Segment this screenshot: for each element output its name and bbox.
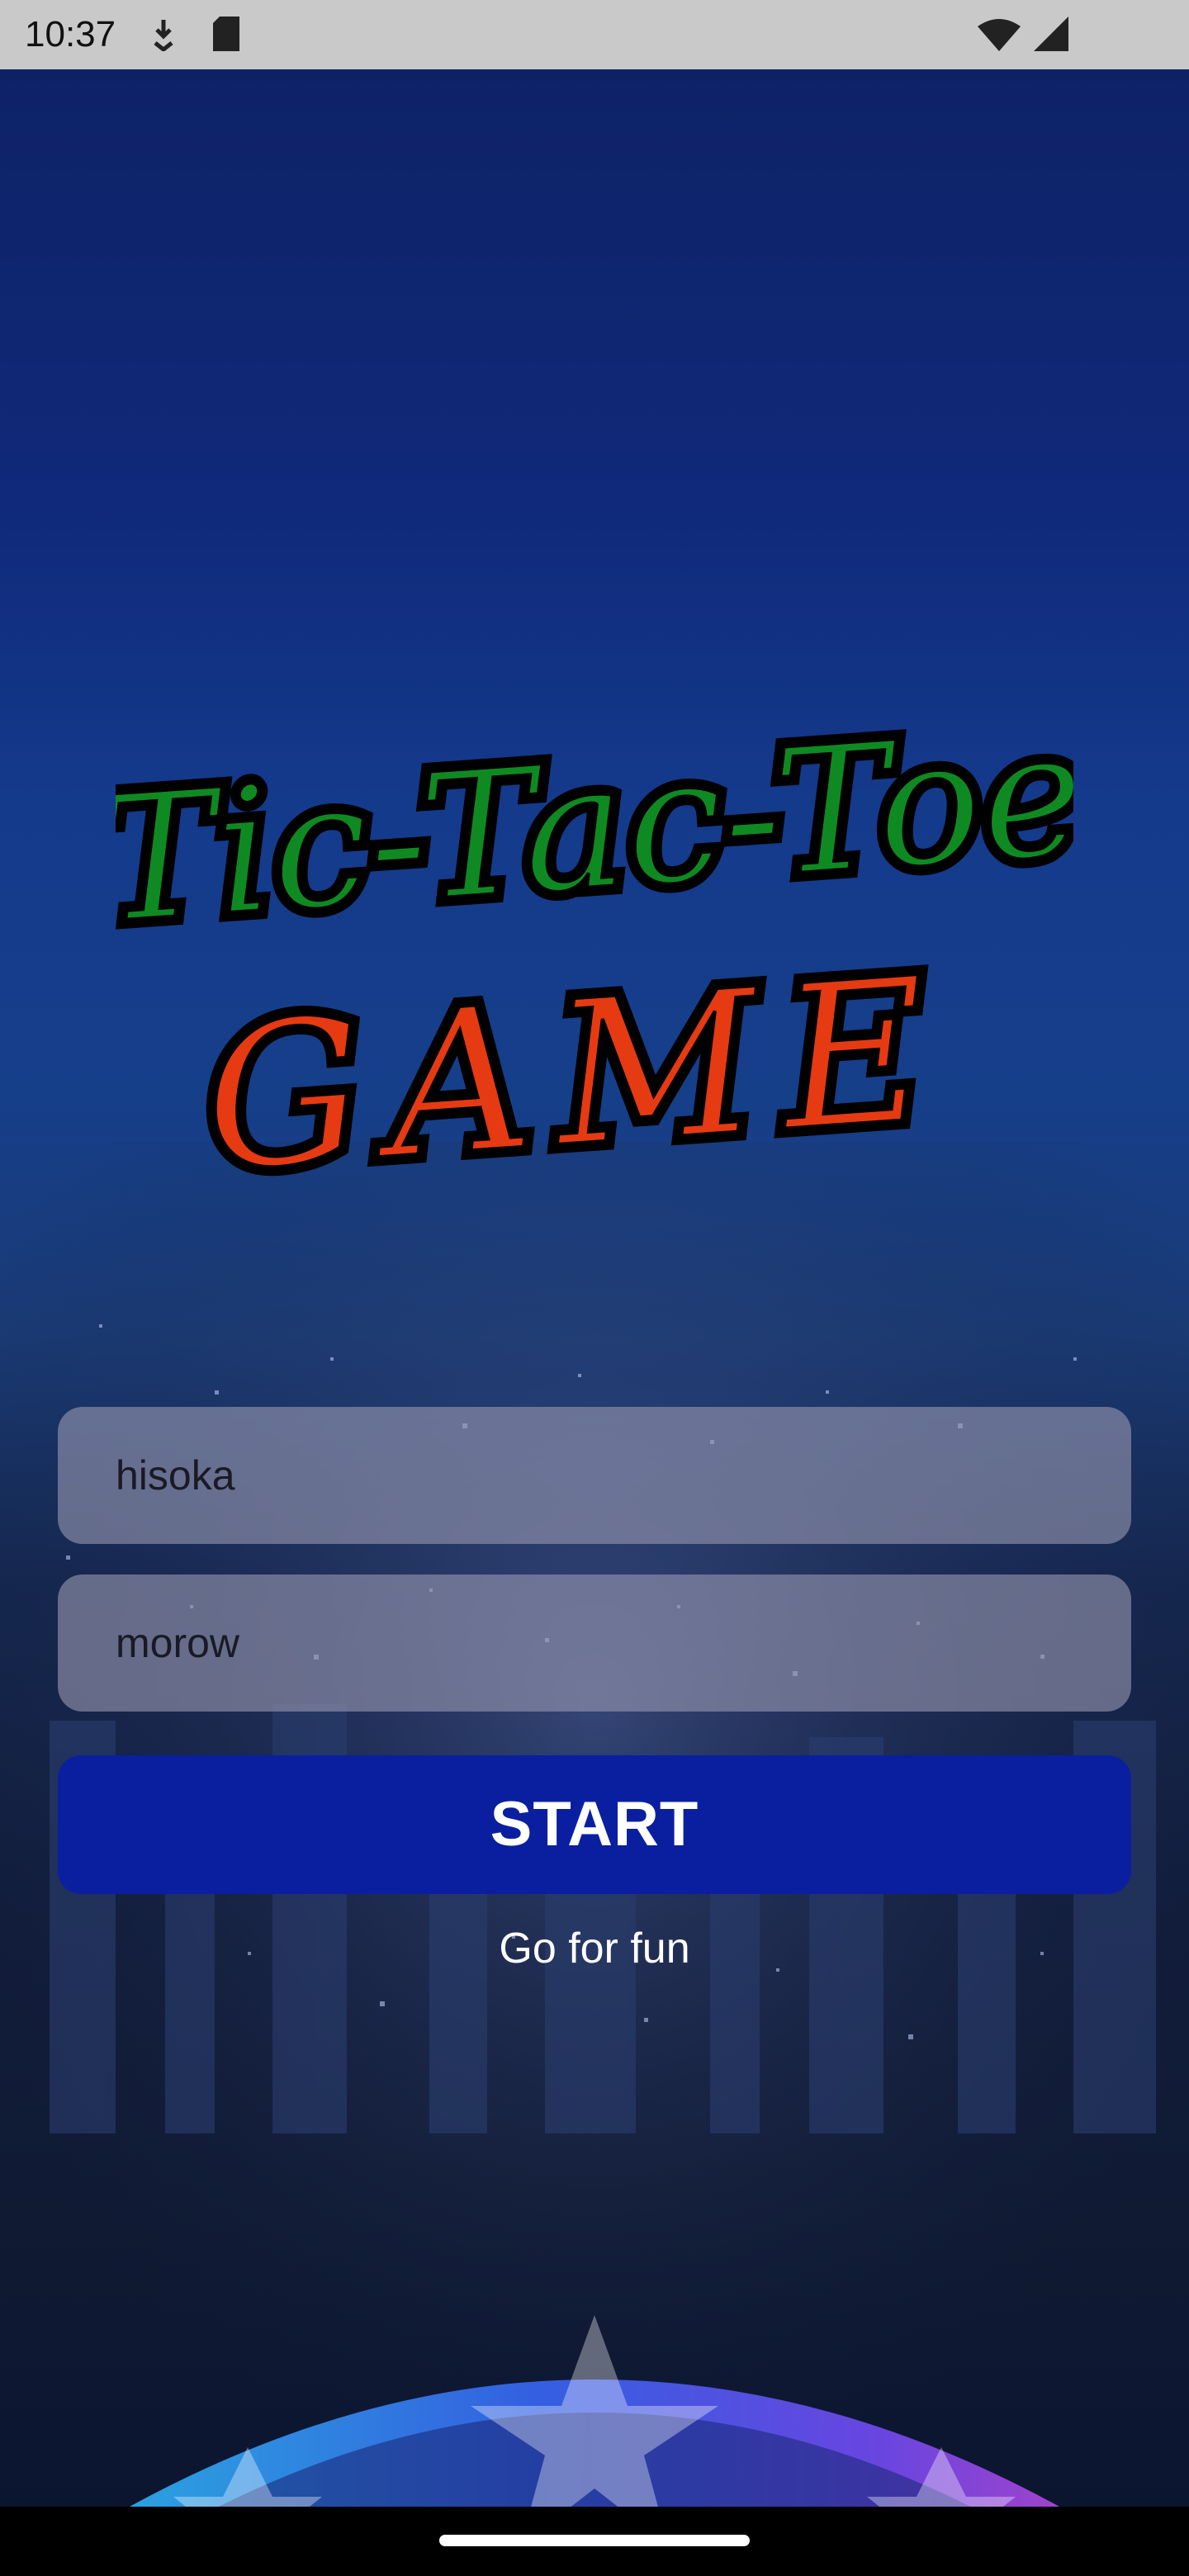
download-icon	[149, 18, 178, 55]
sd-card-icon	[211, 17, 241, 55]
player2-name-input[interactable]: morow	[58, 1574, 1131, 1712]
home-gesture-handle[interactable]	[439, 2535, 750, 2546]
player1-name-input[interactable]: hisoka	[58, 1407, 1131, 1544]
wifi-icon	[978, 18, 1021, 55]
start-button[interactable]: START	[58, 1755, 1131, 1894]
status-time: 10:37	[25, 14, 116, 54]
champions-ball-image	[130, 2315, 1059, 2507]
status-bar: 10:37	[0, 0, 1189, 69]
navigation-bar	[0, 2507, 1189, 2576]
game-logo: Tic-Tac-Toe Tic-Tac-Toe GAME GAME	[116, 683, 1073, 1224]
signal-icon	[1034, 17, 1068, 55]
background-image: Tic-Tac-Toe Tic-Tac-Toe GAME GAME	[0, 69, 1189, 2507]
logo-title: Tic-Tac-Toe	[116, 692, 1073, 963]
logo-subtitle: GAME	[197, 933, 959, 1216]
tagline-text: Go for fun	[499, 1925, 690, 1972]
